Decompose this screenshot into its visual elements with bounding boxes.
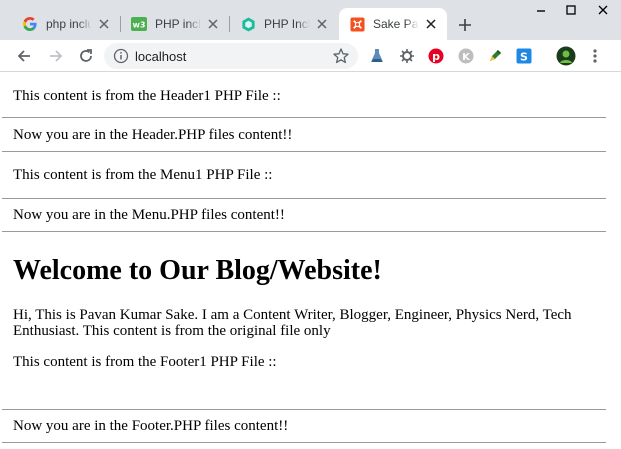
page-heading: Welcome to Our Blog/Website! bbox=[13, 255, 382, 286]
reload-button[interactable] bbox=[74, 44, 98, 68]
header1-text: This content is from the Header1 PHP Fil… bbox=[13, 88, 281, 104]
flask-icon[interactable] bbox=[367, 46, 387, 66]
header-message: Now you are in the Header.PHP files cont… bbox=[13, 127, 293, 143]
divider bbox=[2, 151, 606, 152]
svg-text:K: K bbox=[462, 52, 471, 63]
tab-php-include-hexagon[interactable]: PHP Include bbox=[230, 8, 338, 40]
menu-kebab-icon[interactable] bbox=[585, 46, 605, 66]
bookmark-star-icon[interactable] bbox=[332, 47, 350, 65]
forward-button[interactable] bbox=[44, 44, 68, 68]
reload-icon bbox=[80, 49, 92, 62]
gear-spark-icon[interactable] bbox=[397, 46, 417, 66]
back-button[interactable] bbox=[12, 44, 36, 68]
divider bbox=[2, 198, 606, 199]
new-tab-button[interactable] bbox=[453, 13, 477, 37]
pinterest-icon[interactable]: p bbox=[426, 46, 446, 66]
back-arrow-icon bbox=[17, 50, 30, 62]
s-icon[interactable]: S bbox=[514, 46, 534, 66]
google-favicon-icon bbox=[22, 16, 38, 32]
menu-message: Now you are in the Menu.PHP files conten… bbox=[13, 207, 285, 223]
intro-paragraph: Hi, This is Pavan Kumar Sake. I am a Con… bbox=[13, 307, 572, 339]
browser-toolbar: localhost p K S bbox=[0, 40, 621, 72]
forward-arrow-icon bbox=[50, 50, 63, 62]
svg-text:p: p bbox=[432, 50, 440, 63]
tab-title: php include bbox=[46, 17, 92, 31]
tab-title: Sake Pavan bbox=[373, 17, 419, 31]
pen-icon[interactable] bbox=[485, 46, 505, 66]
tab-php-include-google[interactable]: php include bbox=[12, 8, 121, 40]
svg-text:S: S bbox=[520, 51, 528, 64]
footer1-text: This content is from the Footer1 PHP Fil… bbox=[13, 354, 277, 370]
close-icon[interactable] bbox=[423, 16, 439, 32]
svg-text:w3: w3 bbox=[133, 21, 146, 30]
minimize-button[interactable] bbox=[526, 0, 556, 20]
profile-avatar[interactable] bbox=[556, 46, 576, 66]
hexagon-favicon-icon bbox=[240, 16, 256, 32]
maximize-button[interactable] bbox=[556, 0, 586, 20]
divider bbox=[2, 117, 606, 118]
tab-strip: php include w3 PHP include PHP Include S… bbox=[0, 0, 621, 40]
divider bbox=[2, 442, 606, 443]
close-icon[interactable] bbox=[96, 16, 112, 32]
address-bar[interactable]: localhost bbox=[104, 43, 358, 69]
info-icon[interactable] bbox=[113, 48, 129, 64]
tab-sake-pavan[interactable]: Sake Pavan bbox=[339, 8, 447, 40]
tab-php-include-w3schools[interactable]: w3 PHP include bbox=[121, 8, 230, 40]
k-icon[interactable]: K bbox=[456, 46, 476, 66]
close-window-button[interactable] bbox=[588, 0, 618, 20]
page-content: This content is from the Header1 PHP Fil… bbox=[0, 73, 621, 449]
url-text: localhost bbox=[135, 49, 187, 64]
divider bbox=[2, 231, 606, 232]
tab-title: PHP include bbox=[155, 17, 201, 31]
divider bbox=[2, 409, 606, 410]
menu1-text: This content is from the Menu1 PHP File … bbox=[13, 167, 273, 183]
tab-title: PHP Include bbox=[264, 17, 310, 31]
close-icon[interactable] bbox=[314, 16, 330, 32]
close-icon[interactable] bbox=[205, 16, 221, 32]
footer-message: Now you are in the Footer.PHP files cont… bbox=[13, 418, 289, 434]
w3schools-favicon-icon: w3 bbox=[131, 16, 147, 32]
sake-favicon-icon bbox=[349, 16, 365, 32]
